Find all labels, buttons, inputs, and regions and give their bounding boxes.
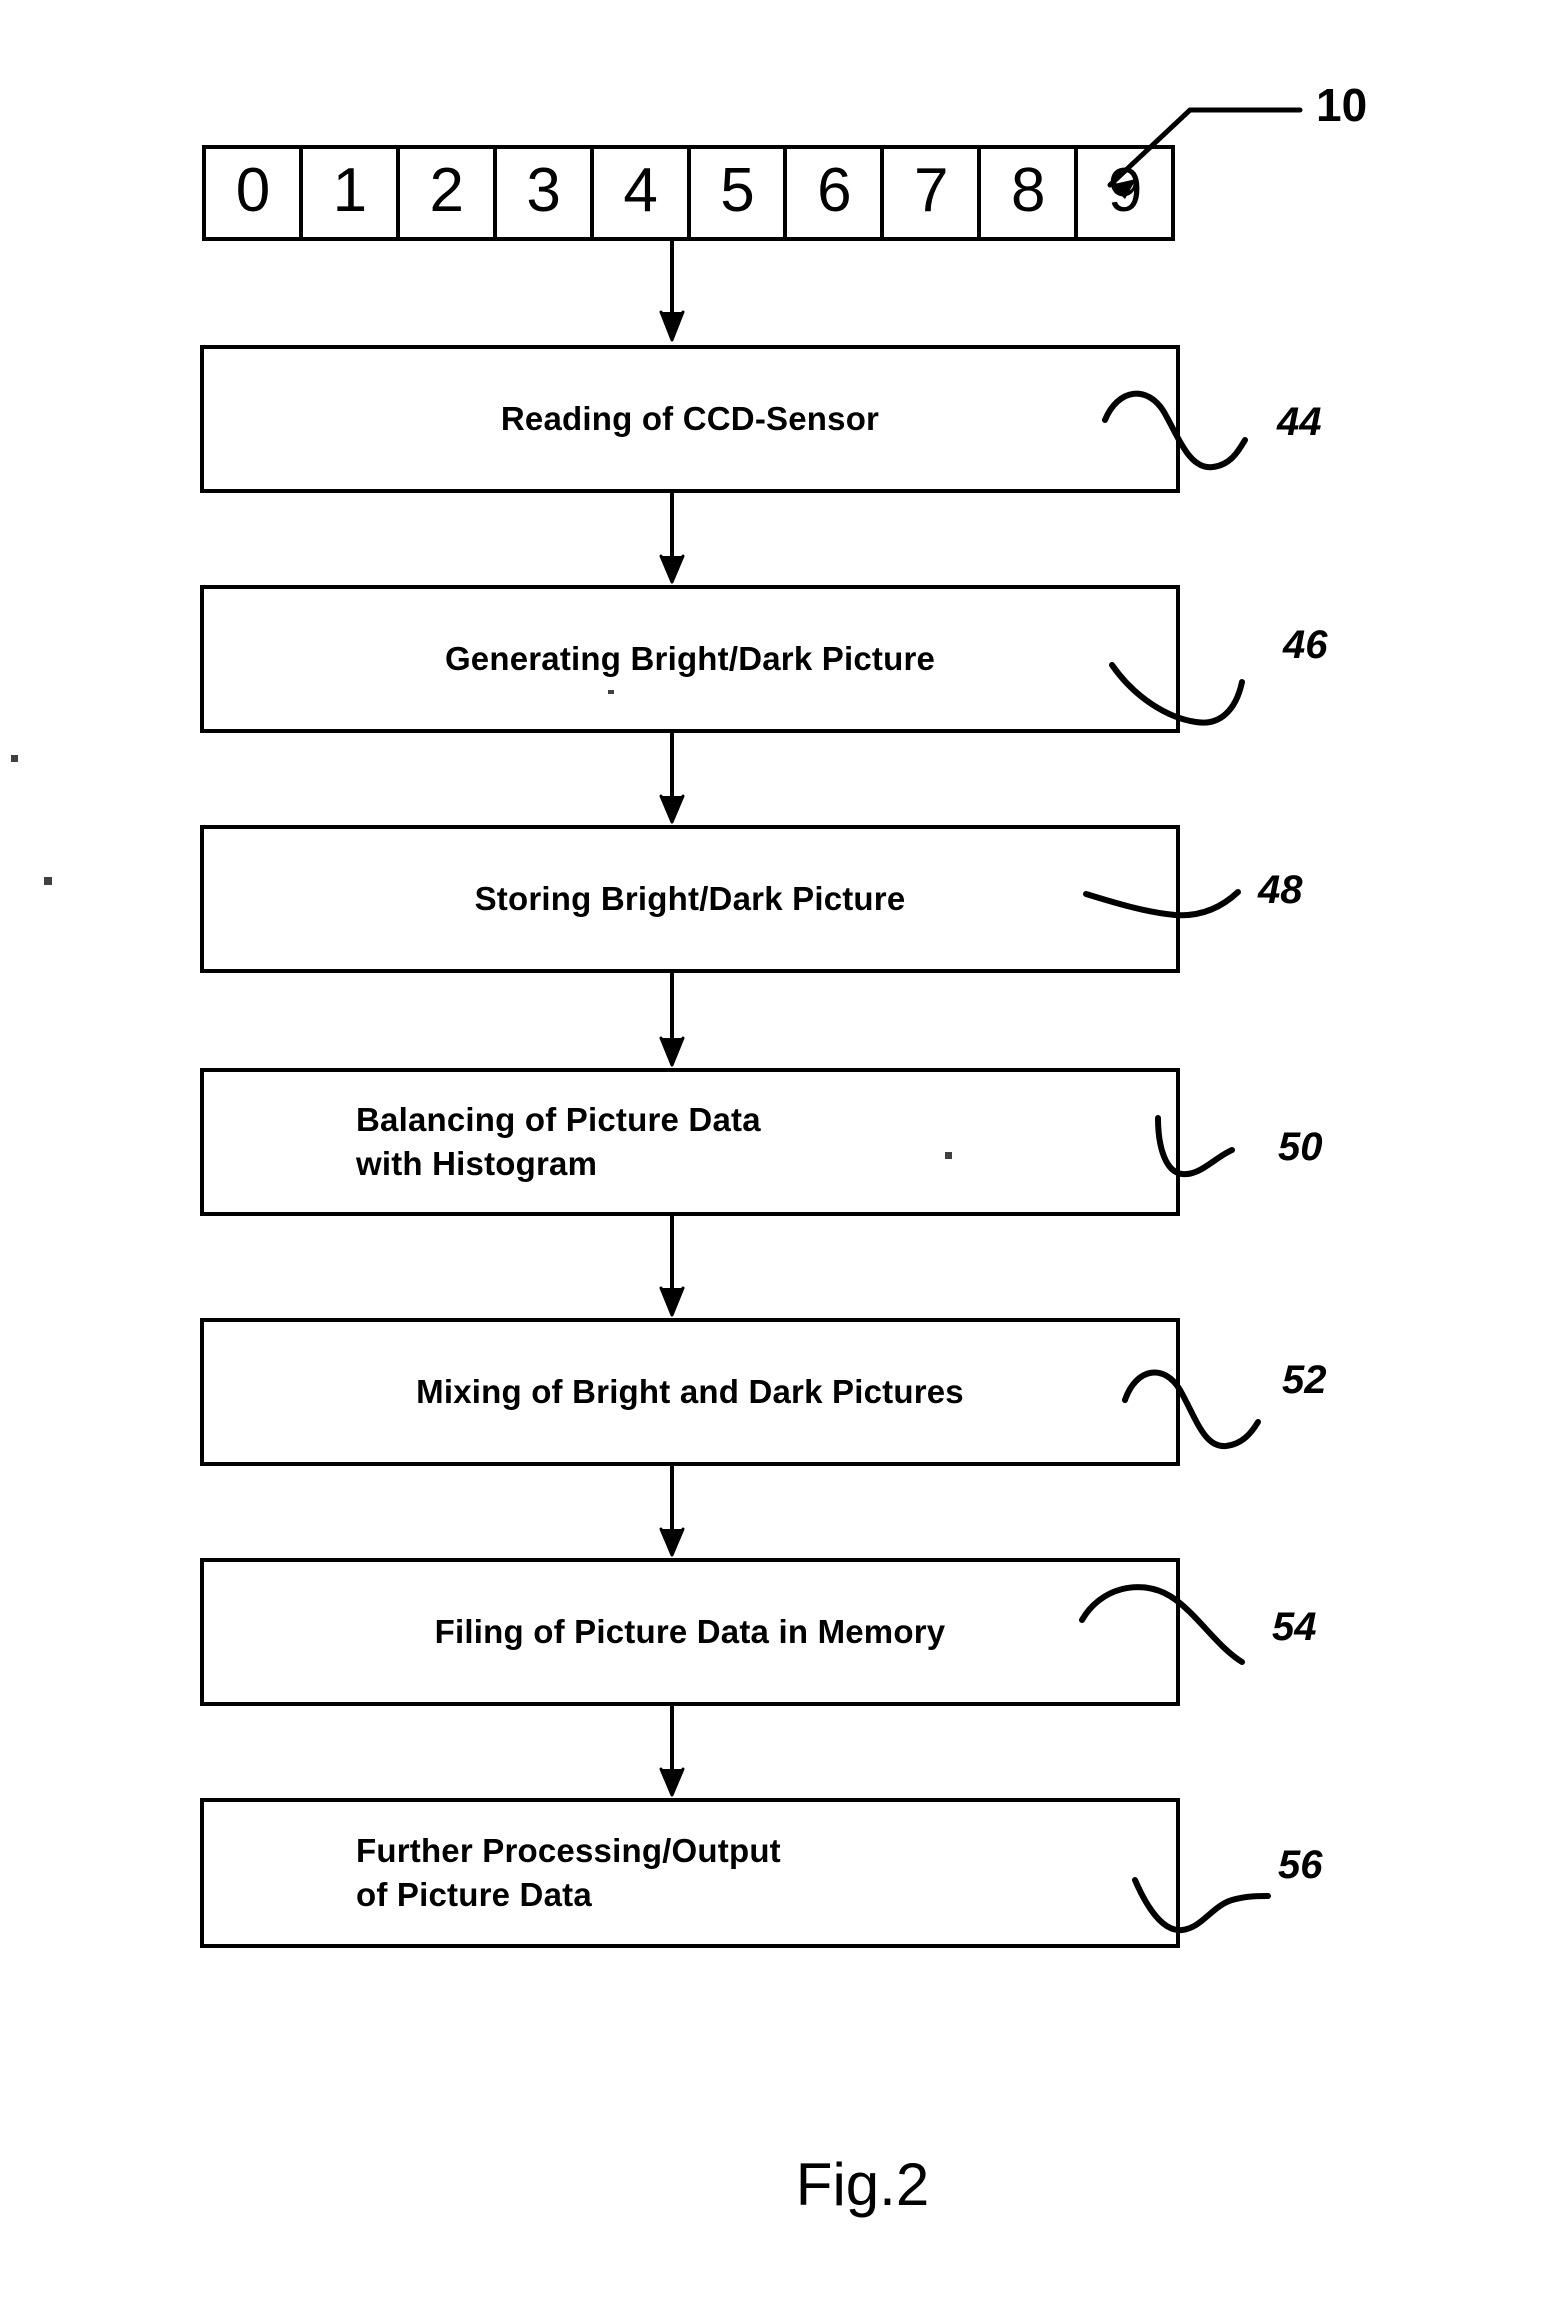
sensor-cell: 9 xyxy=(1107,156,1142,225)
process-box-reading-ccd-sensor: Reading of CCD-Sensor xyxy=(200,345,1180,493)
sensor-cell: 1 xyxy=(303,149,400,237)
process-box-label-line2: with Histogram xyxy=(356,1145,598,1182)
sensor-cell: 8 xyxy=(981,149,1079,237)
process-box-generating-bright-dark-picture: Generating Bright/Dark Picture xyxy=(200,585,1180,733)
reference-numeral-54: 54 xyxy=(1272,1605,1317,1649)
process-box-label-line1: Further Processing/Output xyxy=(356,1832,781,1870)
sensor-cell: 6 xyxy=(787,149,885,237)
scan-speck xyxy=(11,755,18,762)
reference-numeral-56: 56 xyxy=(1278,1843,1323,1887)
process-box-storing-bright-dark-picture: Storing Bright/Dark Picture xyxy=(200,825,1180,973)
process-box-label: Further Processing/Output of Picture Dat… xyxy=(204,1829,1176,1916)
figure-caption: Fig.2 xyxy=(795,2151,930,2218)
figure-canvas: 0 1 2 3 4 5 6 7 8 9 Reading of CCD-Senso… xyxy=(0,0,1565,2305)
process-box-label: Balancing of Picture Data with Histogram xyxy=(204,1098,1176,1185)
process-box-label-line1: Balancing of Picture Data xyxy=(356,1101,761,1139)
process-box-label: Mixing of Bright and Dark Pictures xyxy=(416,1373,964,1411)
process-box-mixing-bright-dark-pictures: Mixing of Bright and Dark Pictures xyxy=(200,1318,1180,1466)
reference-numeral-48: 48 xyxy=(1258,868,1303,912)
process-box-label-line2: of Picture Data xyxy=(356,1876,592,1913)
process-box-label: Generating Bright/Dark Picture xyxy=(444,640,936,678)
reference-numeral-50: 50 xyxy=(1278,1125,1323,1169)
reference-numeral-44: 44 xyxy=(1277,400,1322,444)
reference-numeral-46: 46 xyxy=(1283,623,1328,667)
process-box-label: Filing of Picture Data in Memory xyxy=(434,1613,946,1651)
sensor-cell: 3 xyxy=(497,149,594,237)
process-box-label: Reading of CCD-Sensor xyxy=(500,400,880,438)
sensor-cell: 4 xyxy=(594,149,691,237)
sensor-cell: 7 xyxy=(884,149,982,237)
scan-speck xyxy=(608,690,614,694)
ccd-sensor-cell-strip: 0 1 2 3 4 5 6 7 8 9 xyxy=(202,145,1175,241)
scan-speck xyxy=(945,1152,952,1159)
sensor-cell: 5 xyxy=(691,149,788,237)
sensor-cell: 0 xyxy=(206,149,303,237)
sensor-cell: 2 xyxy=(400,149,497,237)
process-box-filing-picture-data-memory: Filing of Picture Data in Memory xyxy=(200,1558,1180,1706)
process-box-further-processing-output: Further Processing/Output of Picture Dat… xyxy=(200,1798,1180,1948)
process-box-balancing-picture-data: Balancing of Picture Data with Histogram xyxy=(200,1068,1180,1216)
reference-numeral-52: 52 xyxy=(1282,1358,1327,1402)
reference-numeral-10: 10 xyxy=(1316,79,1368,131)
scan-speck xyxy=(44,877,52,885)
process-box-label: Storing Bright/Dark Picture xyxy=(474,880,906,918)
